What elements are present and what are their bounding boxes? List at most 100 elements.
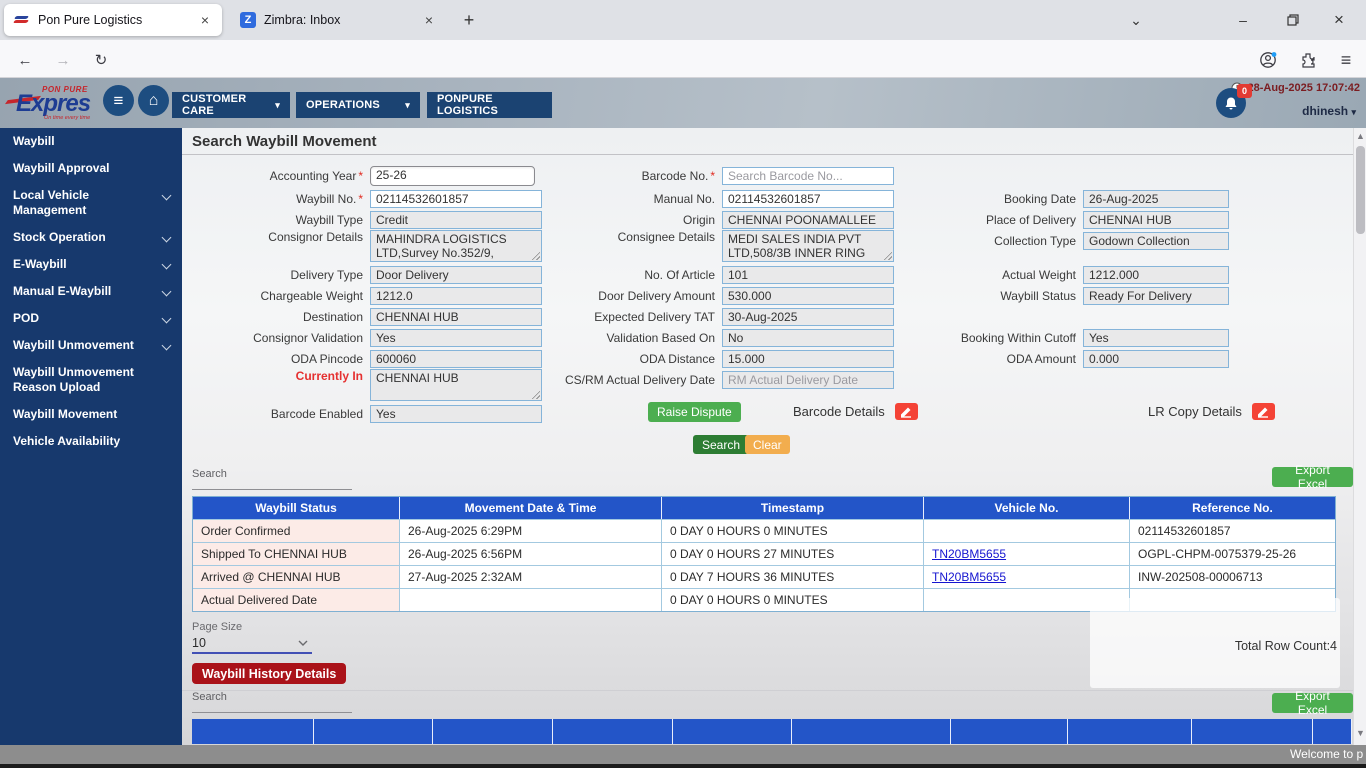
sidebar-item-waybill-unmovement[interactable]: Waybill Unmovement	[0, 332, 182, 359]
account-icon[interactable]	[1255, 47, 1281, 73]
history-export-excel-button[interactable]: Export Excel	[1272, 689, 1353, 717]
sidebar-item-e-waybill[interactable]: E-Waybill	[0, 251, 182, 278]
field-label: Booking Date	[1003, 191, 1076, 206]
window-restore-button[interactable]	[1270, 0, 1316, 40]
back-button[interactable]: ←	[12, 47, 38, 73]
browser-tab-bar: Pon Pure Logistics × Z Zimbra: Inbox × +…	[0, 0, 1366, 40]
tab-list-caret-icon[interactable]: ⌄	[1113, 0, 1159, 40]
clear-button[interactable]: Clear	[745, 435, 790, 454]
chevron-down-icon	[161, 313, 172, 324]
tab-pon-pure-logistics[interactable]: Pon Pure Logistics ×	[4, 4, 222, 36]
waybill-no-input[interactable]	[370, 189, 542, 208]
tab-zimbra-inbox[interactable]: Z Zimbra: Inbox ×	[230, 4, 446, 36]
search-underline	[192, 480, 352, 490]
search-underline	[192, 703, 352, 713]
scrollbar-thumb[interactable]	[1356, 146, 1365, 234]
field-label: Waybill Type	[295, 212, 363, 227]
barcode-no-input[interactable]	[722, 166, 894, 185]
raise-dispute-button[interactable]: Raise Dispute	[648, 402, 741, 422]
ponpure-expres-logo: PON PURE Expres On time every time	[5, 84, 108, 124]
table-header-row: Waybill Status Movement Date & Time Time…	[193, 497, 1335, 519]
scroll-down-icon[interactable]: ▼	[1354, 728, 1366, 738]
nav-ponpure-logistics[interactable]: PONPURE LOGISTICS	[427, 92, 552, 118]
destination-field: CHENNAI HUB	[370, 307, 542, 326]
user-menu[interactable]: dhinesh ▾	[1302, 104, 1356, 118]
vehicle-no-link[interactable]: TN20BM5655	[932, 547, 1006, 561]
field-label: Place of Delivery	[985, 212, 1076, 227]
page-size-select[interactable]: Page Size 10	[192, 621, 312, 654]
history-table-search-input[interactable]: Search	[192, 691, 352, 713]
tab-close-icon[interactable]: ×	[198, 12, 212, 28]
sidebar-item-vehicle-availability[interactable]: Vehicle Availability	[0, 428, 182, 455]
page-size-label: Page Size	[192, 621, 243, 633]
vehicle-no-link[interactable]: TN20BM5655	[932, 570, 1006, 584]
door-delivery-amount-field: 530.000	[722, 286, 894, 305]
movement-table-search-input[interactable]: Search	[192, 468, 352, 490]
barcode-details-label: Barcode Details	[793, 404, 885, 419]
sidebar-item-pod[interactable]: POD	[0, 305, 182, 332]
logo-brand: Expres	[16, 90, 91, 117]
actual-weight-field: 1212.000	[1083, 265, 1229, 284]
window-close-button[interactable]: ×	[1316, 0, 1362, 40]
sidebar-item-waybill[interactable]: Waybill	[0, 128, 182, 155]
sidebar-item-local-vehicle-management[interactable]: Local Vehicle Management	[0, 182, 182, 224]
search-label: Search	[192, 468, 227, 480]
reload-button[interactable]: ↻	[88, 47, 114, 73]
delivery-type-field: Door Delivery	[370, 265, 542, 284]
table-row: Shipped To CHENNAI HUB 26-Aug-2025 6:56P…	[193, 542, 1335, 565]
notification-badge: 0	[1237, 84, 1252, 98]
lr-copy-details-edit-button[interactable]	[1251, 403, 1275, 420]
waybill-history-details-button[interactable]: Waybill History Details	[192, 663, 347, 684]
app-menu-button[interactable]: ≡	[103, 85, 134, 116]
barcode-enabled-field: Yes	[370, 404, 542, 423]
forward-button[interactable]: →	[50, 47, 76, 73]
field-label: Manual No.	[653, 191, 715, 206]
tab-title: Zimbra: Inbox	[264, 13, 341, 27]
new-tab-button[interactable]: +	[456, 8, 482, 34]
notifications-button[interactable]: 0	[1216, 84, 1252, 118]
sidebar: Waybill Waybill Approval Local Vehicle M…	[0, 128, 182, 745]
nav-operations[interactable]: OPERATIONS ▾	[296, 92, 420, 118]
field-label: Origin	[682, 212, 715, 227]
table-row: Order Confirmed 26-Aug-2025 6:29PM 0 DAY…	[193, 519, 1335, 542]
browser-menu-icon[interactable]: ≡	[1333, 47, 1359, 73]
col-timestamp: Timestamp	[662, 497, 924, 519]
section-divider	[182, 690, 1353, 691]
field-label: No. Of Article	[644, 267, 715, 282]
booking-date-field: 26-Aug-2025	[1083, 189, 1229, 208]
sidebar-item-stock-operation[interactable]: Stock Operation	[0, 224, 182, 251]
welcome-marquee-text: Welcome to p	[1290, 747, 1364, 761]
scroll-up-icon[interactable]: ▲	[1354, 131, 1366, 141]
nav-label: CUSTOMER CARE	[182, 93, 247, 117]
nav-label: PONPURE LOGISTICS	[437, 93, 499, 117]
extensions-puzzle-icon[interactable]	[1295, 47, 1321, 73]
total-row-count: Total Row Count:4	[1234, 639, 1337, 653]
ponpure-favicon-icon	[12, 14, 30, 26]
field-label: ODA Pincode	[290, 351, 363, 366]
sidebar-item-waybill-unmovement-reason-upload[interactable]: Waybill Unmovement Reason Upload	[0, 359, 182, 401]
search-button[interactable]: Search	[693, 435, 750, 454]
vertical-scrollbar[interactable]: ▲ ▼	[1353, 128, 1366, 745]
waybill-status-field: Ready For Delivery	[1083, 286, 1229, 305]
barcode-details-edit-button[interactable]	[894, 403, 918, 420]
manual-no-input[interactable]	[722, 189, 894, 208]
search-label: Search	[192, 691, 227, 703]
chevron-down-icon	[161, 340, 172, 351]
sidebar-item-manual-e-waybill[interactable]: Manual E-Waybill	[0, 278, 182, 305]
window-minimize-button[interactable]: –	[1220, 0, 1266, 40]
lr-copy-details-label: LR Copy Details	[1148, 404, 1242, 419]
movement-export-excel-button[interactable]: Export Excel	[1272, 463, 1353, 491]
accounting-year-select[interactable]: 25-26	[370, 165, 535, 186]
lr-copy-details-group: LR Copy Details	[1148, 403, 1275, 420]
tab-close-icon[interactable]: ×	[422, 12, 436, 28]
datetime-text: 28-Aug-2025 17:07:42	[1247, 82, 1360, 94]
waybill-type-field: Credit	[370, 210, 542, 229]
home-button[interactable]: ⌂	[138, 85, 169, 116]
field-label: Barcode Enabled	[270, 406, 363, 421]
field-label: Collection Type	[994, 233, 1076, 248]
chevron-down-icon	[161, 259, 172, 270]
sidebar-item-waybill-movement[interactable]: Waybill Movement	[0, 401, 182, 428]
validation-based-on-field: No	[722, 328, 894, 347]
nav-customer-care[interactable]: CUSTOMER CARE ▾	[172, 92, 290, 118]
sidebar-item-waybill-approval[interactable]: Waybill Approval	[0, 155, 182, 182]
